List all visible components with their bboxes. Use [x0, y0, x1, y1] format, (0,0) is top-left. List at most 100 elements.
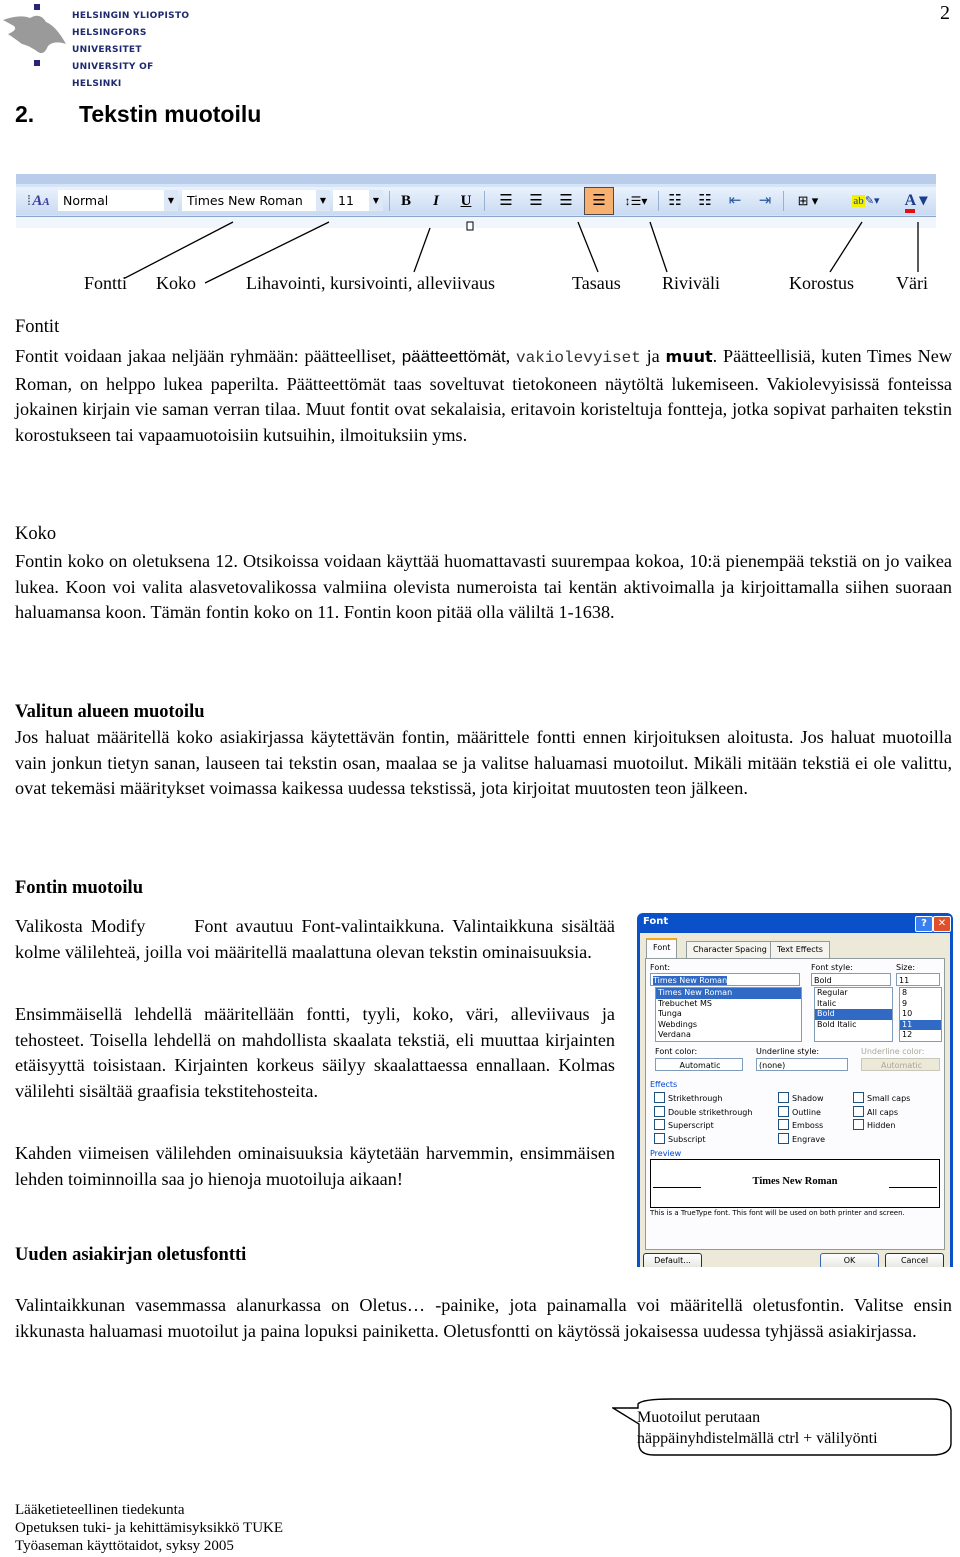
font-style-list[interactable]: Regular Italic Bold Bold Italic: [814, 987, 893, 1042]
checkbox-superscript[interactable]: Superscript: [654, 1119, 752, 1133]
callout-leader-lines: [124, 221, 919, 284]
paragraph-fontin-muotoilu-2: Ensimmäisellä lehdellä määritellään font…: [15, 1004, 615, 1101]
mono-example: vakiolevyiset: [516, 349, 641, 367]
callout-line: Muotoilut perutaan: [637, 1409, 761, 1426]
label-fontti: Fontti: [84, 273, 128, 293]
text-run: ,: [505, 346, 517, 366]
section-heading-valitun: Valitun alueen muotoilu: [15, 702, 205, 722]
tab-font[interactable]: Font: [646, 938, 678, 960]
text-run: Fontit voidaan jakaa neljään ryhmään: pä…: [15, 346, 402, 366]
size-list-item[interactable]: 10: [900, 1009, 941, 1020]
size-list[interactable]: 8 9 10 11 12: [899, 987, 942, 1042]
dialog-title: Font: [643, 916, 669, 927]
size-list-item[interactable]: 11: [900, 1019, 941, 1030]
tab-character-spacing[interactable]: Character Spacing: [686, 941, 774, 958]
font-style-input[interactable]: Bold: [811, 973, 891, 986]
default-button[interactable]: Default...: [643, 1253, 702, 1267]
font-input[interactable]: Times New Roman: [650, 973, 800, 986]
label-koko: Koko: [156, 273, 196, 293]
font-color-label: Font color:: [655, 1047, 698, 1056]
leader-line: [829, 221, 863, 273]
footer-line: Lääketieteellinen tiedekunta: [15, 1502, 185, 1518]
leader-line: [577, 221, 599, 273]
font-list-item[interactable]: Webdings: [656, 1020, 801, 1031]
font-input-value: Times New Roman: [653, 976, 728, 985]
checkbox-small-caps[interactable]: Small caps: [853, 1092, 910, 1106]
checkbox-engrave[interactable]: Engrave: [778, 1132, 825, 1147]
section-heading-oletusfontti: Uuden asiakirjan oletusfontti: [15, 1245, 247, 1265]
checkbox-label: Outline: [792, 1107, 821, 1117]
footer-line: Työaseman käyttötaidot, syksy 2005: [15, 1538, 234, 1554]
underline-style-label: Underline style:: [756, 1047, 820, 1056]
close-button[interactable]: ✕: [933, 916, 951, 932]
size-input[interactable]: 11: [896, 973, 940, 986]
underline-style-select[interactable]: (none): [756, 1058, 848, 1071]
label-tasaus: Tasaus: [572, 273, 621, 293]
leader-line: [649, 221, 668, 273]
font-info-text: This is a TrueType font. This font will …: [650, 1209, 905, 1217]
preview-text: Times New Roman: [752, 1176, 838, 1187]
checkbox-emboss[interactable]: Emboss: [778, 1119, 825, 1133]
preview-box: Times New Roman: [650, 1159, 940, 1208]
checkbox-label: Superscript: [668, 1121, 714, 1130]
decorative-example: muut: [665, 347, 713, 366]
cancel-button[interactable]: Cancel: [885, 1253, 944, 1267]
font-list-item[interactable]: Trebuchet MS: [656, 999, 801, 1010]
footer-line: Opetuksen tuki- ja kehittämisyksikkö TUK…: [15, 1520, 284, 1536]
checkbox-all-caps[interactable]: All caps: [853, 1105, 910, 1120]
paragraph-fontin-muotoilu-1: Valikosta Modify Font avautuu Font-valin…: [15, 916, 620, 962]
style-list-item[interactable]: Regular: [815, 988, 892, 999]
preview-label: Preview: [650, 1149, 682, 1158]
paragraph-valitun: Jos haluat määritellä koko asiakirjassa …: [15, 727, 952, 799]
font-style-label: Font style:: [811, 963, 853, 972]
ok-button[interactable]: OK: [820, 1253, 879, 1267]
font-dialog: Font ? ✕ Font Character Spacing Text Eff…: [637, 913, 953, 1267]
underline-color-select: Automatic: [861, 1058, 940, 1071]
checkbox-label: Small caps: [867, 1094, 911, 1103]
size-list-item[interactable]: 9: [900, 999, 941, 1010]
section-heading-fontin-muotoilu: Fontin muotoilu: [15, 878, 143, 898]
underline-color-label: Underline color:: [861, 1047, 925, 1056]
checkbox-strikethrough[interactable]: Strikethrough: [654, 1092, 752, 1106]
font-list-item[interactable]: Tunga: [656, 1009, 801, 1020]
checkbox-shadow[interactable]: Shadow: [778, 1092, 825, 1106]
font-list[interactable]: Times New Roman Trebuchet MS Tunga Webdi…: [655, 987, 802, 1042]
paragraph-fontit: Fontit voidaan jakaa neljään ryhmään: pä…: [15, 344, 952, 448]
checkbox-label: Double strikethrough: [668, 1107, 753, 1117]
label-lihavointi: Lihavointi, kursivointi, alleviivaus: [246, 273, 495, 293]
font-list-item[interactable]: Times New Roman: [656, 988, 801, 999]
paragraph-koko: Fontin koko on oletuksena 12. Otsikoissa…: [15, 551, 952, 623]
font-label: Font:: [650, 963, 671, 972]
label-korostus: Korostus: [789, 273, 855, 293]
checkbox-double-strikethrough[interactable]: Double strikethrough: [654, 1105, 753, 1120]
checkbox-label: Subscript: [668, 1134, 706, 1144]
size-list-item[interactable]: 8: [900, 988, 941, 999]
style-list-item[interactable]: Italic: [815, 999, 892, 1010]
checkbox-hidden[interactable]: Hidden: [853, 1119, 910, 1133]
callout-text: Muotoilut perutaan näppäinyhdistelmällä …: [637, 1407, 878, 1449]
checkbox-label: Emboss: [792, 1121, 824, 1130]
label-rivivali: Riviväli: [662, 273, 720, 293]
text-run: ja: [640, 346, 666, 366]
checkbox-label: All caps: [867, 1107, 899, 1117]
checkbox-outline[interactable]: Outline: [778, 1105, 825, 1120]
style-list-item[interactable]: Bold: [815, 1009, 892, 1020]
style-list-item[interactable]: Bold Italic: [815, 1020, 892, 1031]
sans-example: päätteettömät: [401, 347, 506, 366]
size-list-item[interactable]: 12: [900, 1030, 941, 1041]
font-color-select[interactable]: Automatic: [655, 1058, 743, 1071]
footer: Lääketieteellinen tiedekunta Opetuksen t…: [15, 1501, 283, 1555]
section-heading-fontit: Fontit: [15, 317, 60, 337]
checkbox-label: Hidden: [867, 1121, 896, 1130]
callout-line: näppäinyhdistelmällä ctrl + välilyönti: [637, 1430, 878, 1447]
font-list-item[interactable]: Verdana: [656, 1030, 801, 1041]
paragraph-oletusfontti: Valintaikkunan vasemmassa alanurkassa on…: [15, 1295, 952, 1341]
leader-line: [124, 221, 234, 279]
label-vari: Väri: [896, 273, 928, 293]
tab-text-effects[interactable]: Text Effects: [770, 941, 830, 958]
checkbox-subscript[interactable]: Subscript: [654, 1132, 752, 1147]
checkbox-label: Shadow: [792, 1094, 824, 1103]
help-button[interactable]: ?: [915, 916, 933, 932]
paragraph-fontin-muotoilu-3: Kahden viimeisen välilehden ominaisuuksi…: [15, 1143, 615, 1189]
section-heading-koko: Koko: [15, 524, 57, 544]
